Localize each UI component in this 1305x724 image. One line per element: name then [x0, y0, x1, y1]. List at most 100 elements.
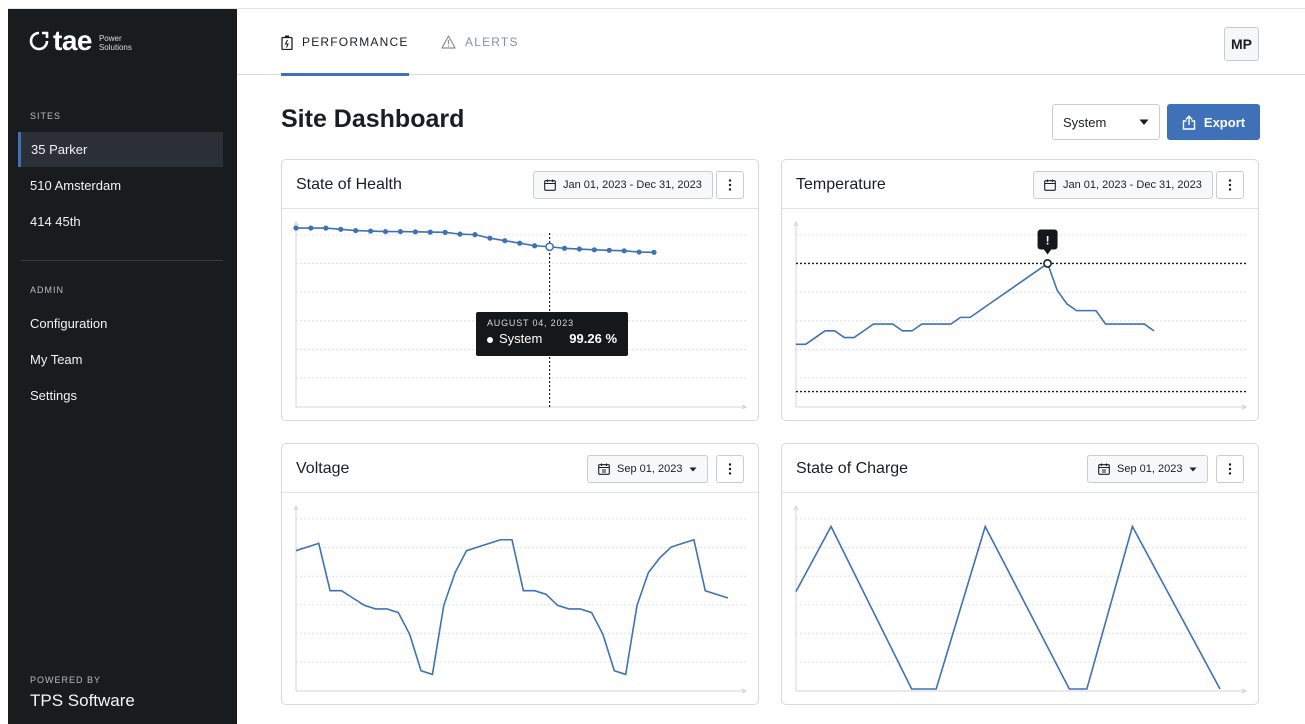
- brand-subtitle-line1: Power: [98, 34, 122, 43]
- card-menu-button[interactable]: [716, 455, 744, 483]
- highlighted-point: [545, 242, 554, 252]
- date-select-button[interactable]: Sep 01, 2023: [1087, 455, 1209, 483]
- powered-by-name: TPS Software: [30, 691, 135, 710]
- top-bar: PERFORMANCE ALERTS MP: [237, 9, 1305, 76]
- kebab-menu-icon: [1228, 179, 1232, 191]
- temperature-chart[interactable]: !: [782, 209, 1260, 421]
- card-menu-button[interactable]: [716, 171, 744, 199]
- data-point: [308, 225, 314, 231]
- caret-down-icon: [689, 467, 697, 471]
- date-range-button[interactable]: Jan 01, 2023 - Dec 31, 2023: [533, 171, 713, 199]
- brand-logo[interactable]: tae Power Solutions: [29, 27, 132, 55]
- alert-marker-icon: !: [1046, 233, 1050, 247]
- sidebar-item-label: Configuration: [30, 316, 108, 331]
- tooltip-series: System: [487, 331, 542, 346]
- card-menu-button[interactable]: [1216, 455, 1244, 483]
- card-title: State of Charge: [796, 460, 909, 477]
- card-voltage: Voltage Sep 01, 2023: [281, 443, 759, 705]
- sidebar-item-my-team[interactable]: My Team: [18, 342, 223, 377]
- data-point: [353, 227, 359, 234]
- tooltip-series-name: System: [499, 331, 543, 346]
- export-label: Export: [1203, 114, 1246, 130]
- tooltip-value: 99.26 %: [569, 331, 617, 346]
- admin-heading: ADMIN: [30, 285, 64, 295]
- brand-subtitle: Power Solutions: [99, 34, 132, 52]
- kebab-menu-icon: [728, 179, 732, 191]
- data-point: [591, 247, 597, 253]
- data-point: [502, 238, 508, 244]
- card-state-of-health: State of Health Jan 01, 2023 - Dec 31, 2…: [281, 159, 759, 421]
- data-point: [367, 228, 374, 234]
- date-range-button[interactable]: Jan 01, 2023 - Dec 31, 2023: [1033, 171, 1213, 199]
- sidebar-item-35-parker[interactable]: 35 Parker: [18, 132, 223, 167]
- alert-point: [1043, 259, 1052, 268]
- sidebar-item-label: 35 Parker: [31, 142, 88, 157]
- date-range-label: Jan 01, 2023 - Dec 31, 2023: [563, 179, 702, 191]
- share-icon: [1182, 114, 1196, 130]
- data-point: [323, 225, 329, 231]
- data-point: [606, 247, 612, 253]
- state-of-charge-chart[interactable]: [782, 493, 1260, 705]
- sites-heading: SITES: [30, 111, 62, 121]
- date-label: Sep 01, 2023: [1117, 463, 1183, 475]
- select-value: System: [1063, 114, 1107, 130]
- voltage-chart[interactable]: [282, 493, 760, 705]
- data-point: [293, 225, 299, 231]
- data-point: [382, 228, 389, 235]
- powered-by-label: POWERED BY: [30, 675, 102, 685]
- card-menu-button[interactable]: [1216, 171, 1244, 199]
- data-point: [561, 245, 568, 251]
- data-point: [576, 246, 583, 252]
- series-filter-select[interactable]: System: [1052, 104, 1160, 140]
- main-content: PERFORMANCE ALERTS MP Site Dashboard Sys…: [237, 9, 1305, 724]
- chart-tooltip: AUGUST 04, 2023 System 99.26 %: [476, 312, 628, 356]
- data-point: [472, 232, 478, 238]
- kebab-menu-icon: [728, 463, 732, 475]
- sidebar-item-configuration[interactable]: Configuration: [18, 306, 223, 341]
- kebab-menu-icon: [1228, 463, 1232, 475]
- tab-label: PERFORMANCE: [302, 35, 409, 49]
- sidebar-item-label: Settings: [30, 388, 77, 403]
- warning-icon: [441, 35, 456, 49]
- tab-label: ALERTS: [465, 35, 519, 49]
- date-label: Sep 01, 2023: [617, 463, 683, 475]
- sidebar-item-414-45th[interactable]: 414 45th: [18, 204, 223, 239]
- user-avatar[interactable]: MP: [1224, 27, 1259, 61]
- app-window: tae Power Solutions SITES 35 Parker 510 …: [8, 8, 1305, 724]
- card-header: State of Charge Sep 01, 2023: [782, 444, 1258, 493]
- calendar-icon: [1044, 179, 1056, 191]
- card-title: State of Health: [296, 176, 402, 193]
- series-dot-icon: [487, 336, 493, 343]
- data-point: [457, 231, 463, 237]
- series-line: [796, 262, 1155, 346]
- series-line: [795, 524, 1221, 690]
- tab-performance[interactable]: PERFORMANCE: [281, 9, 409, 76]
- export-button[interactable]: Export: [1167, 104, 1260, 140]
- sidebar-item-510-amsterdam[interactable]: 510 Amsterdam: [18, 168, 223, 203]
- sidebar-item-label: 414 45th: [30, 214, 81, 229]
- card-state-of-charge: State of Charge Sep 01, 2023: [781, 443, 1259, 705]
- sidebar-divider: [21, 260, 223, 261]
- sidebar-item-settings[interactable]: Settings: [18, 378, 223, 413]
- data-point: [651, 249, 657, 255]
- data-point: [621, 248, 627, 254]
- tooltip-row: System 99.26 %: [487, 331, 617, 346]
- logo-mark-icon: [29, 31, 49, 51]
- sidebar-item-label: 510 Amsterdam: [30, 178, 122, 193]
- caret-down-icon: [1139, 119, 1149, 125]
- data-point: [532, 243, 538, 249]
- data-point: [487, 235, 493, 241]
- calendar-icon: [598, 463, 610, 475]
- alert-marker-pointer: [1043, 248, 1052, 255]
- data-point: [636, 249, 642, 255]
- series-line: [295, 538, 729, 676]
- card-title: Voltage: [296, 460, 350, 477]
- card-title: Temperature: [796, 176, 886, 193]
- card-header: Voltage Sep 01, 2023: [282, 444, 758, 493]
- date-select-button[interactable]: Sep 01, 2023: [587, 455, 709, 483]
- data-point: [517, 240, 523, 246]
- sidebar-item-label: My Team: [30, 352, 83, 367]
- card-temperature: Temperature Jan 01, 2023 - Dec 31, 2023 …: [781, 159, 1259, 421]
- tab-alerts[interactable]: ALERTS: [441, 9, 519, 75]
- card-header: Temperature Jan 01, 2023 - Dec 31, 2023: [782, 160, 1258, 209]
